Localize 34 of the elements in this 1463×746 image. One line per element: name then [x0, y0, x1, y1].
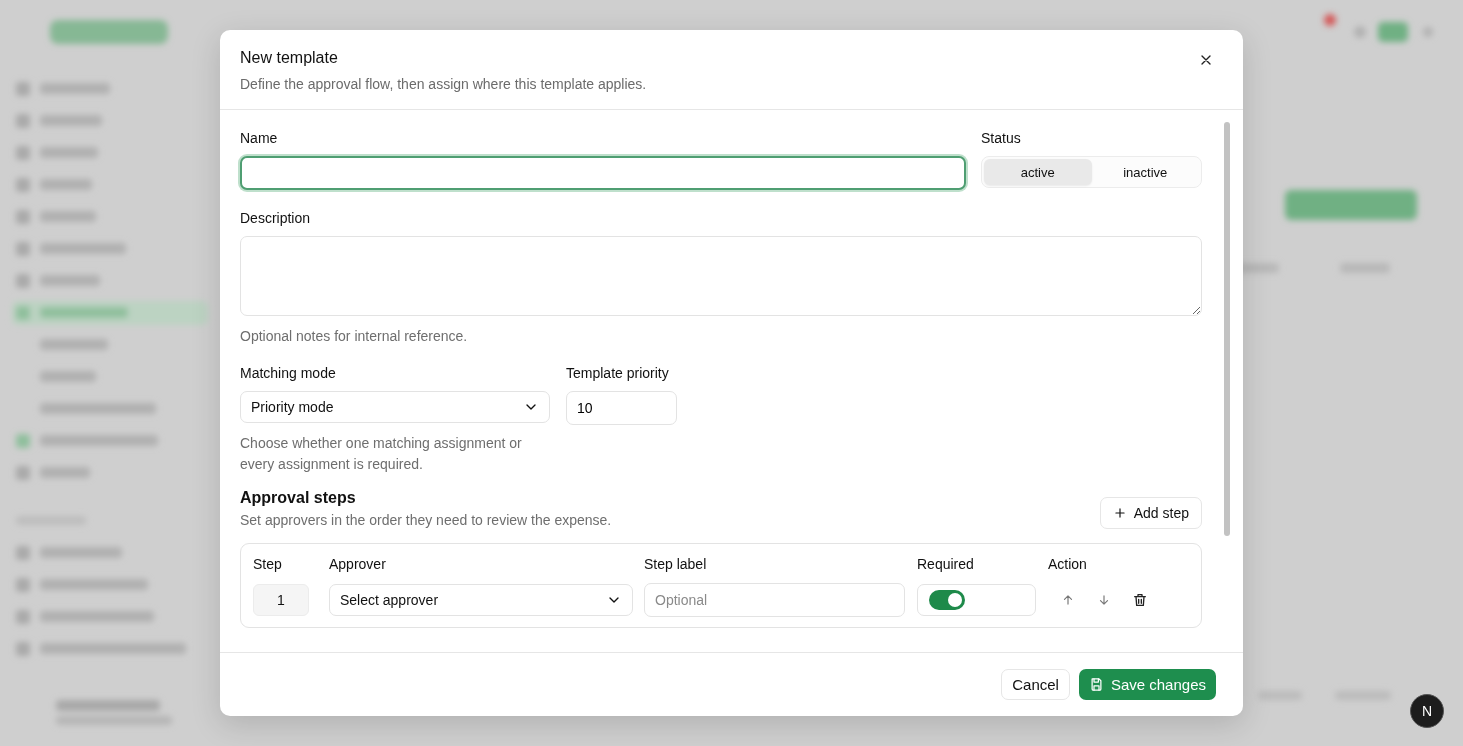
trash-icon — [1132, 592, 1148, 608]
section-subtitle: Set approvers in the order they need to review the expense. — [240, 512, 612, 528]
required-switch[interactable] — [929, 590, 965, 610]
template-priority-field[interactable]: 10 — [566, 391, 677, 425]
save-button[interactable]: Save changes — [1078, 669, 1216, 700]
column-header: Action — [1048, 556, 1088, 572]
dialog-subtitle: Define the approval flow, then assign where this template applies. — [240, 76, 647, 92]
add-step-button[interactable]: Add step — [1099, 497, 1202, 529]
field-label: Status — [981, 130, 1022, 146]
status-option[interactable]: inactive — [1091, 159, 1199, 185]
plus-icon — [1112, 506, 1127, 520]
name-field[interactable] — [240, 156, 966, 190]
field-label: Matching mode — [240, 365, 337, 381]
matching-mode-select[interactable]: Priority mode — [240, 391, 550, 423]
status-option[interactable]: active — [984, 159, 1092, 185]
approver-select[interactable]: Select approver — [329, 584, 633, 616]
arrow-down-icon — [1097, 593, 1111, 607]
section-title: Approval steps — [240, 489, 357, 507]
step-label-field[interactable]: Optional — [644, 583, 905, 617]
dev-tools-button[interactable]: N — [1410, 694, 1444, 728]
column-header: Step — [253, 556, 283, 572]
column-header: Step label — [644, 556, 708, 572]
description-field[interactable] — [240, 236, 1202, 316]
column-header: Required — [917, 556, 975, 572]
column-header: Approver — [329, 556, 387, 572]
field-label: Name — [240, 130, 279, 146]
step-number-field[interactable]: 1 — [253, 584, 309, 616]
arrow-up-icon — [1061, 593, 1075, 607]
field-hint: Optional notes for internal reference. — [240, 327, 469, 346]
field-label: Description — [240, 210, 312, 226]
field-label: Template priority — [566, 365, 670, 381]
field-hint: Choose whether one matching assignment or every assignment is required. — [240, 434, 523, 474]
cancel-button[interactable]: Cancel — [1001, 669, 1070, 700]
dialog-title: New template — [240, 49, 339, 67]
